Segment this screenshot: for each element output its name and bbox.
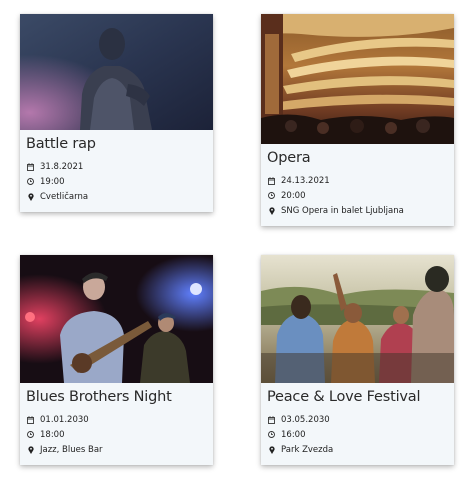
calendar-icon <box>268 415 275 424</box>
event-location: Jazz, Blues Bar <box>40 444 103 455</box>
event-location: SNG Opera in balet Ljubljana <box>281 205 404 216</box>
event-title: Opera <box>267 150 311 166</box>
event-time-row: 20:00 <box>267 188 448 203</box>
event-date-row: 24.13.2021 <box>267 173 448 188</box>
map-pin-icon <box>27 192 34 201</box>
event-time-row: 19:00 <box>26 174 207 189</box>
event-time: 19:00 <box>40 176 65 187</box>
event-location-row: SNG Opera in balet Ljubljana <box>267 203 448 218</box>
event-card-opera[interactable]: Opera 24.13.2021 20:00 SNG Opera in bale… <box>261 14 454 226</box>
calendar-icon <box>27 162 34 171</box>
event-location: Cvetličarna <box>40 191 89 202</box>
event-date: 03.05.2030 <box>281 414 330 425</box>
event-card-body: Peace & Love Festival 03.05.2030 16:00 P… <box>261 383 454 465</box>
event-date-row: 01.01.2030 <box>26 412 207 427</box>
event-date: 31.8.2021 <box>40 161 84 172</box>
event-time: 16:00 <box>281 429 306 440</box>
event-date-row: 31.8.2021 <box>26 159 207 174</box>
event-time-row: 16:00 <box>267 427 448 442</box>
map-pin-icon <box>268 445 275 454</box>
event-title: Peace & Love Festival <box>267 389 421 405</box>
event-card-body: Blues Brothers Night 01.01.2030 18:00 Ja… <box>20 383 213 465</box>
event-image-opera-house <box>261 14 454 144</box>
event-location-row: Cvetličarna <box>26 189 207 204</box>
calendar-icon <box>27 415 34 424</box>
event-card-peace-love-festival[interactable]: Peace & Love Festival 03.05.2030 16:00 P… <box>261 255 454 465</box>
map-pin-icon <box>268 206 275 215</box>
event-time: 20:00 <box>281 190 306 201</box>
event-location-row: Jazz, Blues Bar <box>26 442 207 457</box>
event-image-festival-crowd <box>261 255 454 383</box>
event-time: 18:00 <box>40 429 65 440</box>
event-title: Battle rap <box>26 136 96 152</box>
event-title: Blues Brothers Night <box>26 389 172 405</box>
clock-icon <box>268 431 275 439</box>
event-location-row: Park Zvezda <box>267 442 448 457</box>
event-time-row: 18:00 <box>26 427 207 442</box>
event-image-rapper <box>20 14 213 130</box>
event-date: 24.13.2021 <box>281 175 330 186</box>
event-card-blues-brothers-night[interactable]: Blues Brothers Night 01.01.2030 18:00 Ja… <box>20 255 213 465</box>
event-date: 01.01.2030 <box>40 414 89 425</box>
map-pin-icon <box>27 445 34 454</box>
event-card-body: Opera 24.13.2021 20:00 SNG Opera in bale… <box>261 144 454 226</box>
calendar-icon <box>268 176 275 185</box>
clock-icon <box>268 192 275 200</box>
event-date-row: 03.05.2030 <box>267 412 448 427</box>
event-card-battle-rap[interactable]: Battle rap 31.8.2021 19:00 Cvetličarna <box>20 14 213 212</box>
clock-icon <box>27 178 34 186</box>
event-location: Park Zvezda <box>281 444 334 455</box>
clock-icon <box>27 431 34 439</box>
event-card-body: Battle rap 31.8.2021 19:00 Cvetličarna <box>20 130 213 212</box>
event-image-guitarist <box>20 255 213 383</box>
